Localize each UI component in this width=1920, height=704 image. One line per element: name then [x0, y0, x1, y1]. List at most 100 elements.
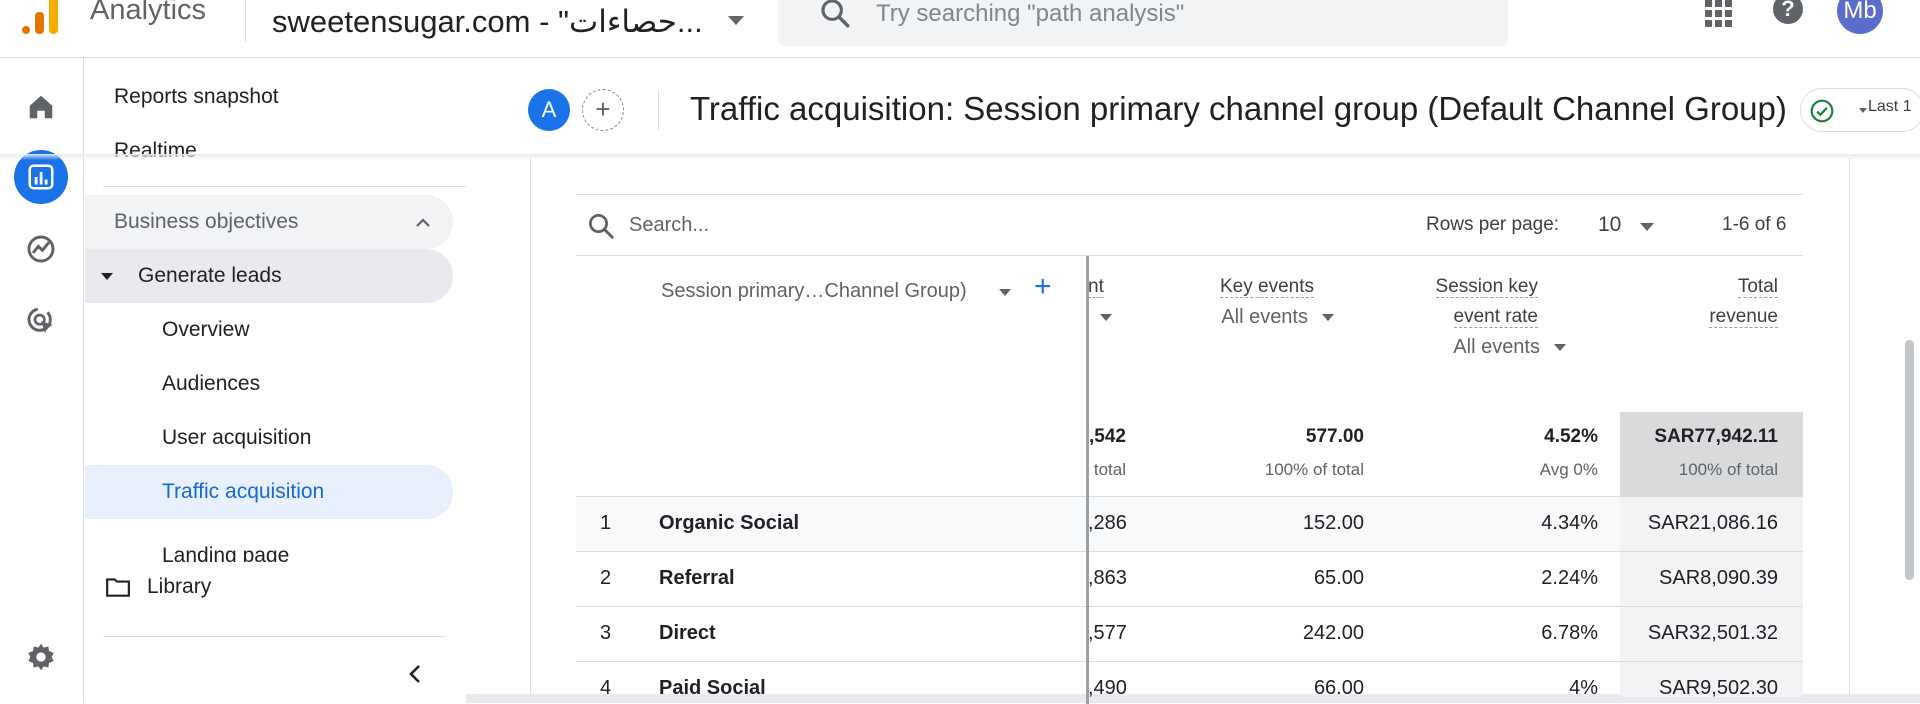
- metric-header-label: Total: [1737, 276, 1778, 298]
- nav-label: Audiences: [162, 372, 261, 395]
- row-number: 1: [600, 512, 612, 534]
- nav-label: Generate leads: [138, 264, 282, 287]
- divider: [245, 0, 246, 42]
- metric-sub-clipped[interactable]: [1100, 306, 1112, 329]
- metric-header-session-key-event-rate[interactable]: Session key event rate: [1356, 272, 1538, 332]
- metric-filter-session-key-event-rate[interactable]: All events: [1356, 336, 1566, 359]
- collapse-chevron-icon[interactable]: [403, 662, 427, 686]
- cell-rate: 2.24%: [1541, 567, 1598, 589]
- cell-revenue: SAR9,502.30: [1659, 677, 1778, 697]
- metric-filter-label: All events: [1221, 306, 1308, 328]
- cell-clipped: ,863: [1088, 567, 1126, 589]
- channel-name[interactable]: Organic Social: [659, 512, 799, 535]
- metric-header-total-revenue[interactable]: Total revenue: [1616, 272, 1778, 332]
- cell-key-events: 65.00: [1313, 567, 1364, 589]
- chevron-down-icon[interactable]: [728, 16, 744, 25]
- nav-label: Library: [147, 575, 212, 598]
- table-row[interactable]: 2 Referral ,863 65.00 2.24% SAR8,090.39: [576, 551, 1803, 607]
- channel-name[interactable]: Direct: [659, 622, 716, 645]
- add-dimension-button[interactable]: +: [1034, 270, 1052, 304]
- cell-revenue: SAR8,090.39: [1659, 567, 1778, 589]
- nav-generate-leads[interactable]: Generate leads: [85, 249, 453, 303]
- cell-key-events: 242.00: [1302, 622, 1364, 644]
- nav-library[interactable]: Library: [85, 560, 453, 614]
- cell-rate: 4%: [1569, 677, 1598, 697]
- home-icon[interactable]: [14, 80, 68, 134]
- total-clipped-sub: total: [1093, 460, 1126, 479]
- nav-traffic-acquisition[interactable]: Traffic acquisition: [85, 465, 453, 519]
- nav-user-acquisition[interactable]: User acquisition: [85, 411, 453, 465]
- search-input[interactable]: Try searching "path analysis": [876, 0, 1184, 28]
- nav-label: Overview: [162, 318, 250, 341]
- caret-down-icon: [101, 273, 113, 280]
- nav-realtime[interactable]: Realtime: [85, 124, 453, 178]
- search-icon: [589, 214, 614, 239]
- total-clipped: ,542: [1089, 426, 1126, 447]
- table-search-input[interactable]: Search...: [629, 214, 709, 237]
- nav-label: Reports snapshot: [114, 85, 279, 108]
- chevron-down-icon: [1554, 344, 1566, 352]
- frozen-column-divider[interactable]: [1086, 256, 1089, 704]
- total-key-events: 577.00: [1305, 426, 1364, 447]
- table-row[interactable]: 3 Direct ,577 242.00 6.78% SAR32,501.32: [576, 606, 1803, 662]
- avatar[interactable]: Mb: [1837, 0, 1883, 34]
- total-key-events-sub: 100% of total: [1264, 460, 1364, 479]
- check-circle-icon: [1810, 99, 1834, 123]
- analytics-logo-icon[interactable]: [22, 0, 62, 34]
- cell-revenue: SAR32,501.32: [1647, 622, 1778, 644]
- metric-filter-key-events[interactable]: All events: [1176, 306, 1334, 329]
- date-range-selector[interactable]: Last 1: [1868, 98, 1912, 116]
- chevron-up-icon: [416, 218, 430, 227]
- nav-label: Traffic acquisition: [162, 480, 325, 503]
- pagination-status: 1-6 of 6: [1722, 214, 1787, 235]
- metric-header-clipped[interactable]: nt: [1088, 272, 1122, 302]
- cell-revenue: SAR21,086.16: [1647, 512, 1778, 534]
- help-icon[interactable]: ?: [1773, 0, 1803, 24]
- apps-grid-icon[interactable]: [1705, 0, 1732, 27]
- cell-key-events: 152.00: [1302, 512, 1364, 534]
- nav-label: Business objectives: [114, 210, 299, 233]
- advertising-icon[interactable]: [14, 294, 68, 348]
- cell-rate: 4.34%: [1541, 512, 1598, 534]
- comparison-chip[interactable]: A: [528, 89, 570, 131]
- total-session-key-event-rate: 4.52%: [1544, 426, 1598, 447]
- nav-landing-page[interactable]: Landing page: [85, 534, 465, 562]
- total-rate-sub: Avg 0%: [1539, 460, 1598, 479]
- chevron-down-icon[interactable]: [1640, 223, 1654, 231]
- total-revenue: SAR77,942.11: [1654, 426, 1778, 447]
- nav-overview[interactable]: Overview: [85, 303, 453, 357]
- divider: [103, 186, 485, 187]
- totals-highlight: [1620, 412, 1803, 496]
- nav-audiences[interactable]: Audiences: [85, 357, 453, 411]
- report-header: A + Traffic acquisition: Session primary…: [0, 58, 1920, 160]
- metric-header-label: nt: [1088, 276, 1104, 298]
- metric-filter-label: All events: [1453, 336, 1540, 358]
- channel-name[interactable]: Paid Social: [659, 677, 766, 697]
- dimension-column-header[interactable]: Session primary…Channel Group): [661, 280, 967, 303]
- table-row[interactable]: 1 Organic Social ,286 152.00 4.34% SAR21…: [576, 496, 1803, 552]
- divider: [103, 636, 445, 637]
- table-row[interactable]: 4 Paid Social ,490 66.00 4% SAR9,502.30: [576, 661, 1803, 697]
- cell-clipped: ,286: [1088, 512, 1126, 534]
- nav-group-business-objectives[interactable]: Business objectives: [85, 195, 453, 249]
- metric-header-label: event rate: [1453, 306, 1538, 328]
- gear-icon[interactable]: [14, 630, 68, 684]
- chevron-down-icon[interactable]: [999, 289, 1011, 296]
- global-search[interactable]: Try searching "path analysis": [778, 0, 1508, 46]
- nav-label: User acquisition: [162, 426, 312, 449]
- metric-header-label: Session key: [1435, 276, 1538, 298]
- vertical-scrollbar[interactable]: [1905, 340, 1914, 580]
- property-selector[interactable]: sweetensugar.com - "حصاءات...: [272, 4, 703, 40]
- rows-per-page-select[interactable]: 10: [1598, 213, 1621, 237]
- rows-per-page-label: Rows per page:: [1426, 214, 1560, 235]
- row-number: 3: [600, 622, 612, 644]
- divider: [658, 90, 659, 130]
- channel-name[interactable]: Referral: [659, 567, 735, 590]
- metric-header-key-events[interactable]: Key events: [1176, 272, 1314, 302]
- explore-icon[interactable]: [14, 222, 68, 276]
- top-bar: Analytics sweetensugar.com - "حصاءات... …: [0, 0, 1920, 58]
- add-comparison-button[interactable]: +: [582, 89, 624, 131]
- nav-reports-snapshot[interactable]: Reports snapshot: [85, 70, 453, 124]
- metric-header-label: Key events: [1220, 276, 1314, 298]
- app-name: Analytics: [90, 0, 207, 26]
